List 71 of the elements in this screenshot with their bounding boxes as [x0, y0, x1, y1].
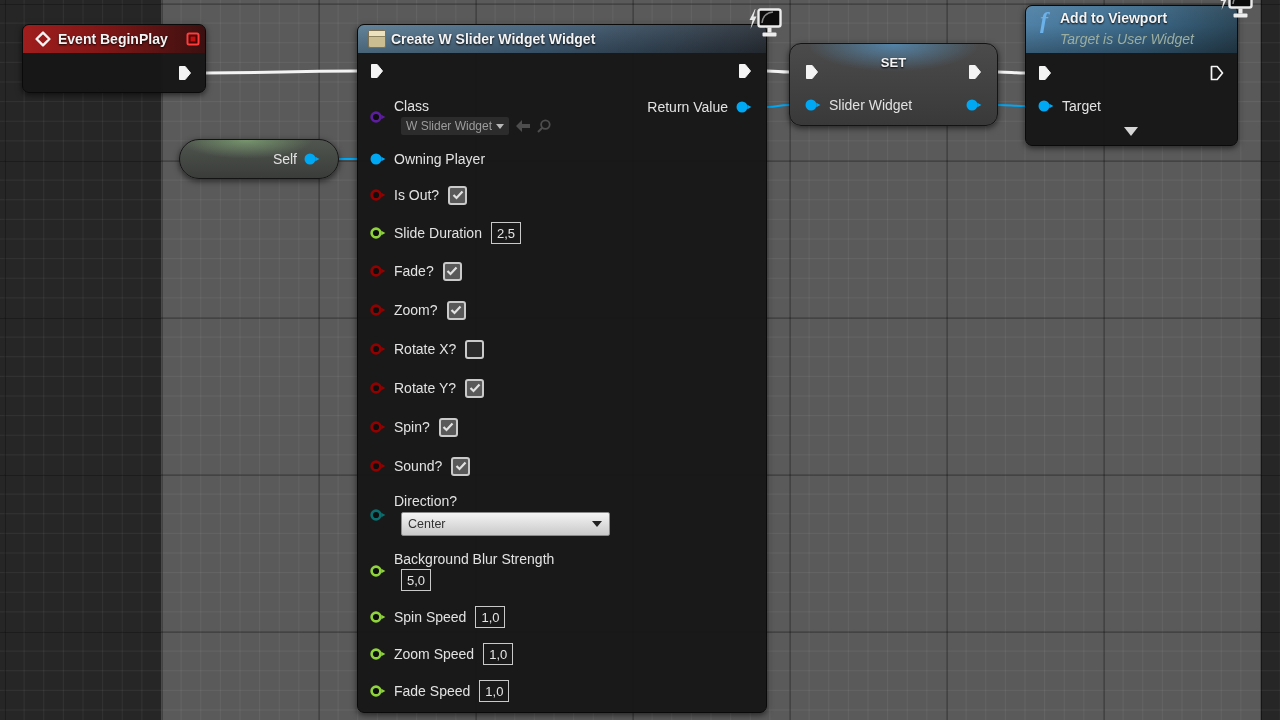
data-pin-icon[interactable] [370, 648, 386, 660]
panel-icon [368, 30, 386, 48]
pin-label: Spin? [394, 418, 430, 436]
data-pin-icon[interactable] [736, 101, 752, 113]
function-icon: f [1040, 9, 1053, 31]
checkmark-icon [454, 461, 467, 471]
exec-pin-icon[interactable] [805, 64, 819, 80]
pin-label: Owning Player [394, 150, 486, 168]
pin-label: Background Blur Strength [394, 551, 555, 568]
pin-label: Spin Speed [394, 608, 467, 626]
value-field[interactable]: 1,0 [479, 680, 510, 702]
exec-wire [998, 70, 1025, 75]
checkbox[interactable] [438, 417, 458, 437]
pin-label: Rotate X? [394, 340, 457, 358]
exec-wire [767, 69, 789, 74]
pin-label: Class [394, 98, 429, 115]
caret-down-icon[interactable] [1124, 127, 1138, 136]
checkbox[interactable] [448, 185, 468, 205]
exec-pin-icon[interactable] [178, 65, 192, 81]
checkmark-icon [442, 422, 455, 432]
pin-label: Self [272, 150, 297, 168]
checkmark-icon [446, 266, 459, 276]
checkbox[interactable] [451, 456, 471, 476]
exec-pin-icon[interactable] [1038, 65, 1052, 81]
data-pin-icon[interactable] [1038, 100, 1054, 112]
value-field[interactable]: 1,0 [475, 606, 506, 628]
node-title: Create W Slider Widget Widget [391, 30, 596, 48]
pin-label: Is Out? [394, 186, 440, 204]
checkbox[interactable] [446, 300, 466, 320]
checkbox[interactable] [465, 378, 484, 398]
pin-label: Fade Speed [394, 682, 471, 700]
checkmark-icon [468, 383, 481, 393]
value-field[interactable]: 5,0 [401, 569, 432, 591]
pin-label: Slider Widget [829, 96, 913, 114]
class-dropdown[interactable]: W Slider Widget [401, 117, 510, 135]
node-title: Add to Viewport [1060, 9, 1169, 27]
data-pin-icon[interactable] [370, 227, 386, 239]
caret-down-icon [496, 123, 505, 129]
pin-label: Sound? [394, 457, 443, 475]
exec-pin-icon[interactable] [968, 64, 982, 80]
pin-label: Fade? [394, 262, 434, 280]
pin-label: Zoom Speed [394, 645, 475, 663]
checkbox[interactable] [465, 339, 485, 359]
data-pin-icon[interactable] [370, 685, 386, 697]
pin-label: Direction? [394, 493, 458, 510]
caret-down-icon [592, 521, 602, 527]
exec-pin-icon[interactable] [738, 63, 752, 79]
checkbox[interactable] [442, 261, 462, 281]
node-subtitle: Target is User Widget [1060, 30, 1194, 48]
data-wire [997, 104, 1026, 107]
diamond-icon [35, 31, 51, 47]
pin-label: Zoom? [394, 301, 438, 319]
dropdown[interactable]: Center [401, 512, 610, 536]
value-field[interactable]: 1,0 [483, 643, 514, 665]
pin-label: Return Value [647, 98, 728, 116]
exec-pin-icon[interactable] [370, 63, 384, 79]
node-title: SET [880, 54, 907, 72]
data-pin-icon[interactable] [370, 153, 386, 165]
value-field[interactable]: 2,5 [490, 222, 521, 244]
checkmark-icon [450, 305, 463, 315]
pin-label: Rotate Y? [394, 379, 456, 397]
square-pin-icon[interactable] [186, 32, 200, 46]
data-wire [338, 158, 358, 160]
pin-label: Slide Duration [394, 224, 482, 242]
exec-pin-icon[interactable] [1210, 65, 1224, 81]
node-title: Event BeginPlay [58, 30, 168, 48]
checkmark-icon [451, 190, 464, 200]
data-pin-icon[interactable] [370, 565, 386, 577]
pin-label: Target [1062, 97, 1101, 115]
data-pin-icon[interactable] [370, 611, 386, 623]
data-wire [766, 104, 790, 108]
